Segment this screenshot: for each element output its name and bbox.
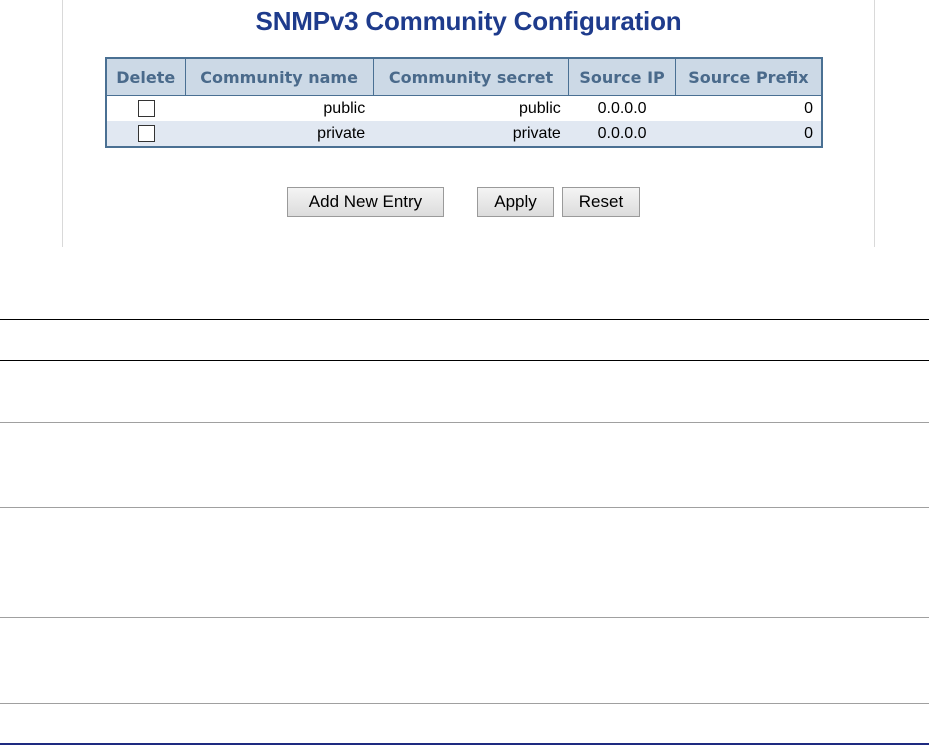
document-rule <box>0 422 929 423</box>
apply-button[interactable]: Apply <box>477 187 554 217</box>
document-rule <box>0 360 929 361</box>
source-ip-cell: 0.0.0.0 <box>568 95 676 121</box>
header-source-ip: Source IP <box>568 57 676 96</box>
source-prefix-cell: 0 <box>675 95 822 121</box>
document-rule <box>0 617 929 618</box>
community-table: Delete Community name Community secret S… <box>105 57 823 148</box>
document-rule <box>0 507 929 508</box>
table-row: public public 0.0.0.0 0 <box>106 95 822 121</box>
delete-checkbox[interactable] <box>137 124 155 142</box>
community-name-cell: private <box>185 121 374 147</box>
header-source-prefix: Source Prefix <box>674 57 823 96</box>
source-ip-cell: 0.0.0.0 <box>568 121 676 147</box>
source-prefix-cell: 0 <box>675 121 822 147</box>
table-header-row: Delete Community name Community secret S… <box>105 57 823 96</box>
document-rule <box>0 743 929 745</box>
table-row: private private 0.0.0.0 0 <box>106 121 822 147</box>
delete-cell <box>106 95 185 121</box>
page-title: SNMPv3 Community Configuration <box>255 6 682 36</box>
delete-cell <box>106 121 185 147</box>
header-delete: Delete <box>105 57 186 96</box>
header-community-secret: Community secret <box>372 57 570 96</box>
add-new-entry-button[interactable]: Add New Entry <box>287 187 444 217</box>
document-rule <box>0 703 929 704</box>
community-name-cell: public <box>185 95 374 121</box>
reset-button[interactable]: Reset <box>562 187 640 217</box>
document-rule <box>0 319 929 320</box>
community-secret-cell: public <box>373 95 569 121</box>
header-community-name: Community name <box>184 57 374 96</box>
community-secret-cell: private <box>373 121 569 147</box>
delete-checkbox[interactable] <box>137 99 155 117</box>
snmpv3-community-panel: SNMPv3 Community Configuration Delete Co… <box>62 0 875 247</box>
